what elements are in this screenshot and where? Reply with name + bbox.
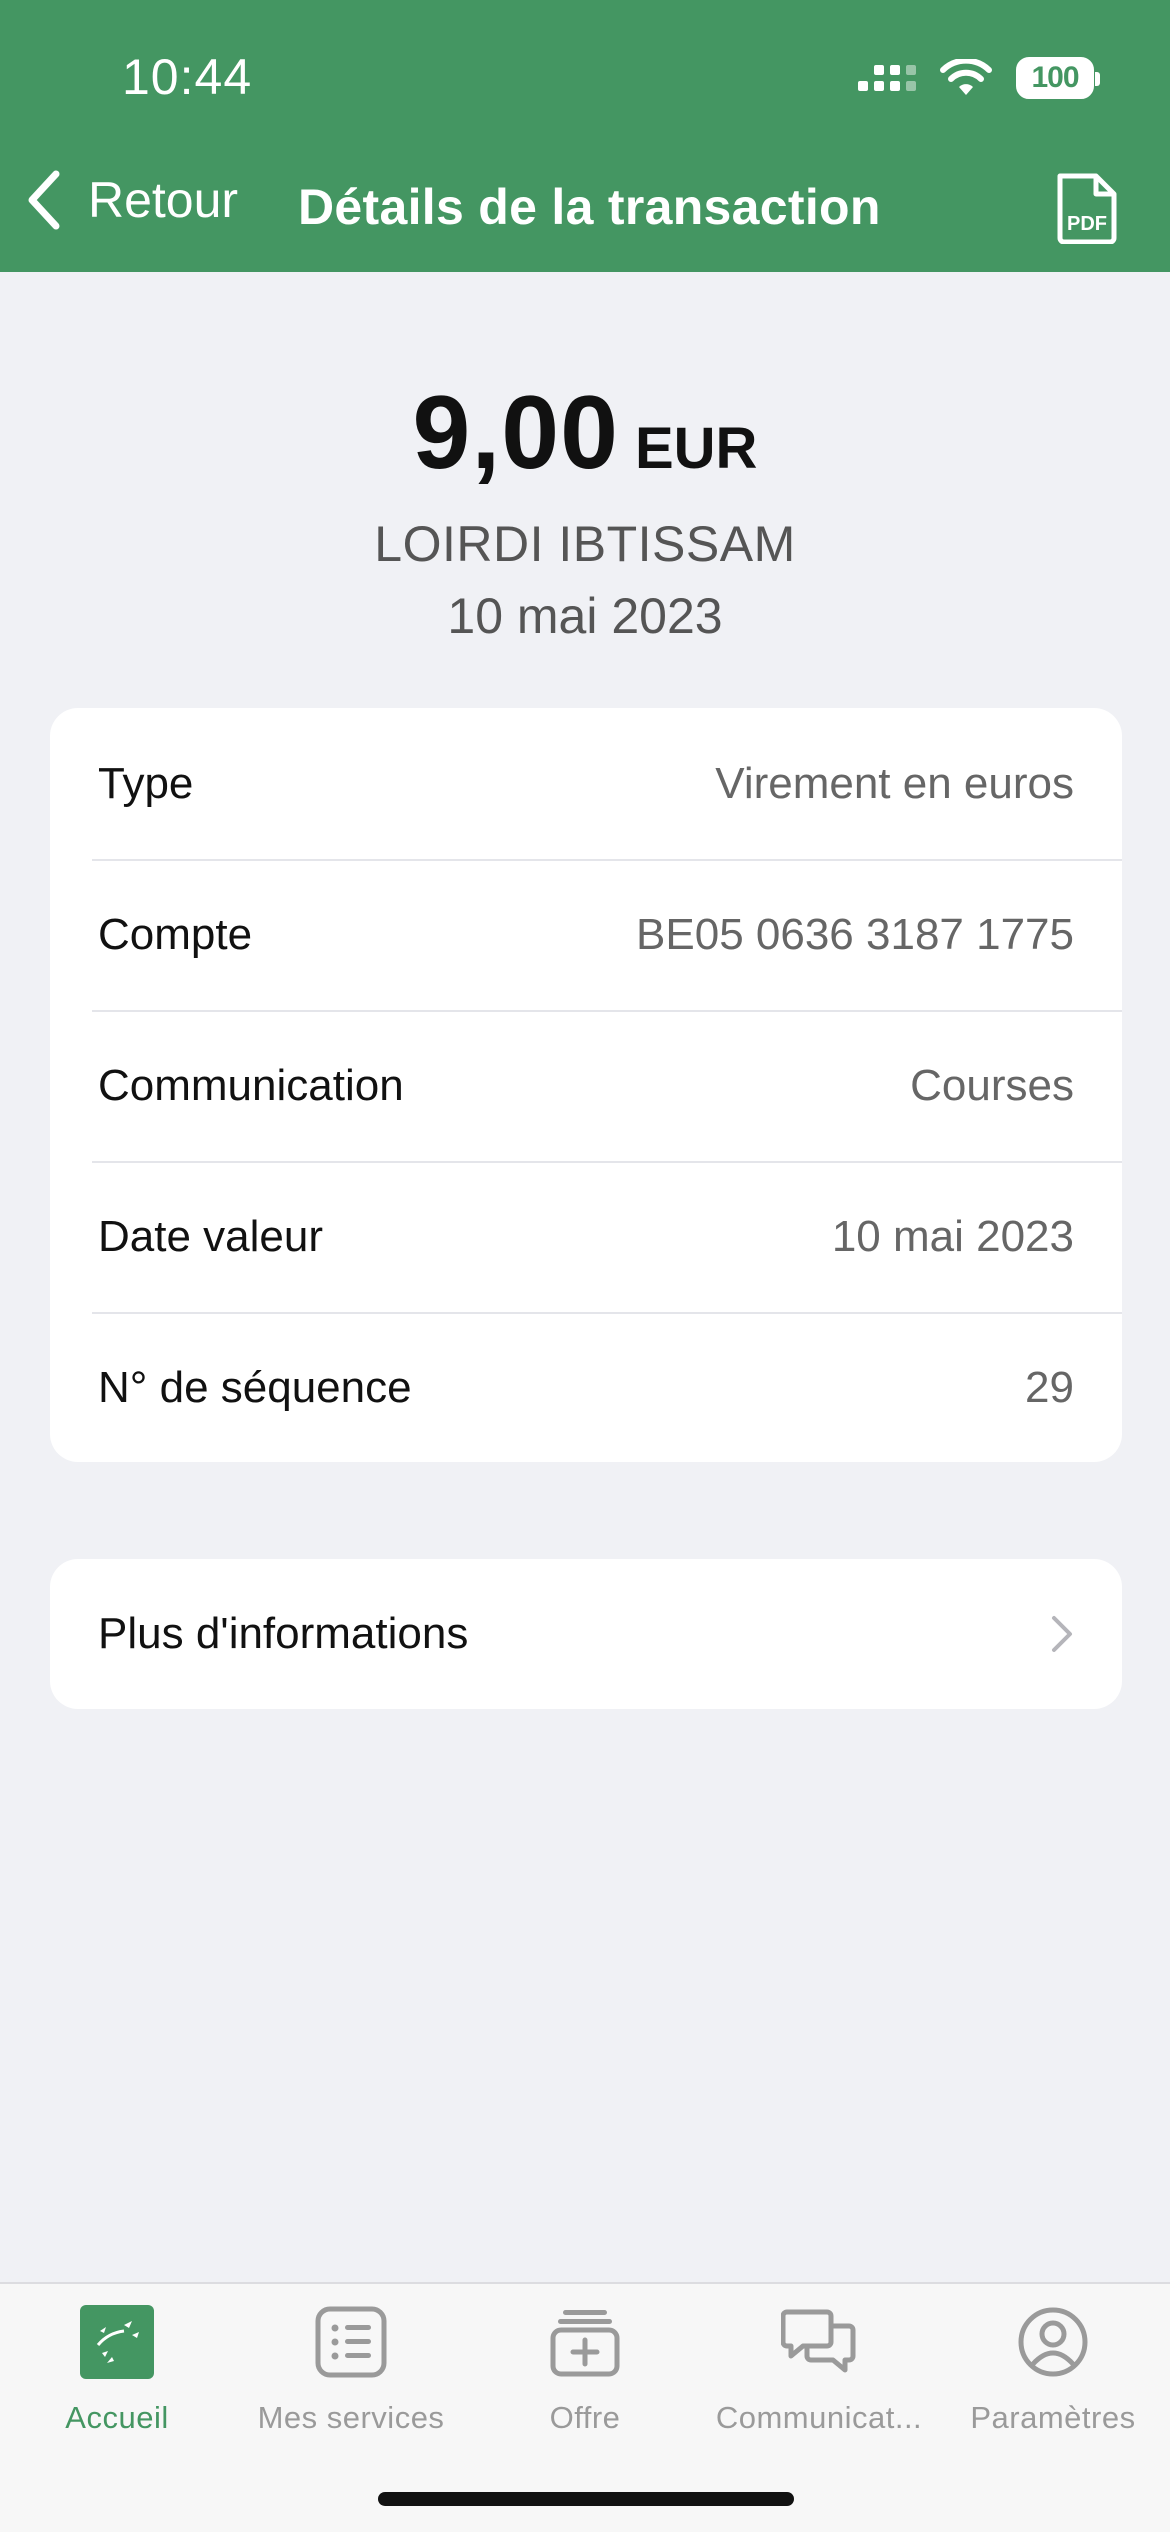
tab-label: Accueil (65, 2400, 169, 2435)
header: 10:44 100 Retour Détails de la transacti… (0, 0, 1170, 272)
detail-label: Type (98, 758, 194, 808)
detail-label: Date valeur (98, 1211, 324, 1261)
list-icon (313, 2304, 389, 2380)
tab-label: Paramètres (970, 2400, 1136, 2435)
cellular-signal-icon (858, 65, 916, 91)
page-title: Détails de la transaction (298, 179, 881, 235)
back-label: Retour (88, 172, 239, 228)
tab-label: Offre (549, 2400, 621, 2435)
pdf-download-icon[interactable]: PDF (1054, 172, 1120, 244)
home-indicator (378, 2492, 794, 2506)
amount: 9,00 EUR (413, 374, 758, 493)
detail-label: Communication (98, 1060, 404, 1110)
tab-communication[interactable]: Communicat... (702, 2304, 936, 2436)
back-button[interactable]: Retour (24, 170, 238, 230)
detail-label: Compte (98, 909, 253, 959)
detail-value: 10 mai 2023 (831, 1211, 1074, 1261)
tab-label: Communicat... (715, 2400, 923, 2435)
pdf-label: PDF (1067, 213, 1107, 235)
detail-row-communication: Communication Courses (50, 1010, 1122, 1161)
amount-value: 9,00 (412, 375, 619, 491)
battery-level: 100 (1031, 61, 1079, 94)
detail-value: Virement en euros (715, 758, 1074, 808)
detail-label: N° de séquence (98, 1362, 412, 1412)
tab-offre[interactable]: Offre (468, 2304, 702, 2436)
status-icons: 100 (858, 54, 1100, 102)
detail-value: 29 (1025, 1362, 1074, 1412)
chevron-right-icon (1052, 1616, 1072, 1652)
detail-row-sequence: N° de séquence 29 (50, 1312, 1122, 1462)
wifi-icon (940, 59, 992, 95)
payee-name: LOIRDI IBTISSAM (374, 516, 796, 572)
offer-box-icon (547, 2304, 623, 2380)
tab-accueil[interactable]: Accueil (0, 2304, 234, 2436)
detail-value: BE05 0636 3187 1775 (636, 909, 1074, 959)
transaction-summary: 9,00 EUR LOIRDI IBTISSAM 10 mai 2023 (0, 374, 1170, 645)
chevron-left-icon (28, 170, 60, 230)
more-info-button[interactable]: Plus d'informations (50, 1559, 1122, 1709)
amount-currency: EUR (634, 416, 758, 481)
tab-bar: Accueil Mes services Offre Communicat...… (0, 2282, 1170, 2532)
tab-parametres[interactable]: Paramètres (936, 2304, 1170, 2436)
battery-icon: 100 (1016, 57, 1100, 99)
detail-row-value-date: Date valeur 10 mai 2023 (50, 1161, 1122, 1312)
detail-row-account: Compte BE05 0636 3187 1775 (50, 859, 1122, 1010)
status-time: 10:44 (122, 49, 253, 105)
more-info-label: Plus d'informations (98, 1609, 469, 1658)
chat-bubbles-icon (781, 2304, 857, 2380)
detail-value: Courses (910, 1060, 1074, 1110)
detail-row-type: Type Virement en euros (50, 708, 1122, 859)
transaction-date: 10 mai 2023 (447, 588, 723, 644)
tab-label: Mes services (257, 2400, 445, 2435)
user-circle-icon (1015, 2304, 1091, 2380)
tab-mes-services[interactable]: Mes services (234, 2304, 468, 2436)
details-card: Type Virement en euros Compte BE05 0636 … (50, 708, 1122, 1462)
bnp-logo-icon (79, 2304, 155, 2380)
